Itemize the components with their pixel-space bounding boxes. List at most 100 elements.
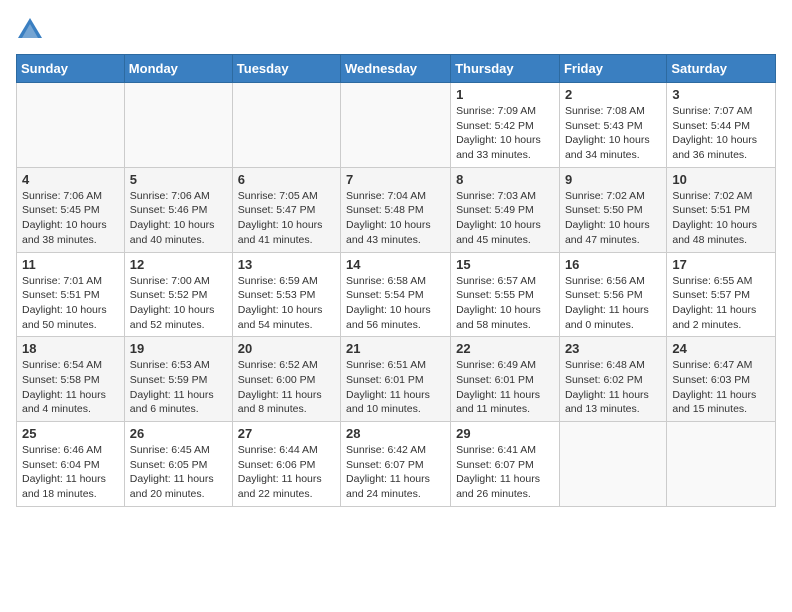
day-info: Sunrise: 7:04 AM Sunset: 5:48 PM Dayligh… bbox=[346, 189, 445, 248]
day-number: 23 bbox=[565, 341, 661, 356]
day-number: 28 bbox=[346, 426, 445, 441]
calendar-cell bbox=[232, 83, 340, 168]
day-number: 20 bbox=[238, 341, 335, 356]
day-info: Sunrise: 6:41 AM Sunset: 6:07 PM Dayligh… bbox=[456, 443, 554, 502]
weekday-header: Thursday bbox=[451, 55, 560, 83]
weekday-header-row: SundayMondayTuesdayWednesdayThursdayFrid… bbox=[17, 55, 776, 83]
day-info: Sunrise: 7:07 AM Sunset: 5:44 PM Dayligh… bbox=[672, 104, 770, 163]
calendar-cell: 19 Sunrise: 6:53 AM Sunset: 5:59 PM Dayli… bbox=[124, 337, 232, 422]
day-info: Sunrise: 6:56 AM Sunset: 5:56 PM Dayligh… bbox=[565, 274, 661, 333]
day-number: 15 bbox=[456, 257, 554, 272]
calendar-cell: 1 Sunrise: 7:09 AM Sunset: 5:42 PM Daylig… bbox=[451, 83, 560, 168]
day-info: Sunrise: 6:51 AM Sunset: 6:01 PM Dayligh… bbox=[346, 358, 445, 417]
day-info: Sunrise: 7:02 AM Sunset: 5:50 PM Dayligh… bbox=[565, 189, 661, 248]
day-number: 24 bbox=[672, 341, 770, 356]
calendar-cell: 21 Sunrise: 6:51 AM Sunset: 6:01 PM Dayli… bbox=[341, 337, 451, 422]
day-info: Sunrise: 6:53 AM Sunset: 5:59 PM Dayligh… bbox=[130, 358, 227, 417]
day-number: 2 bbox=[565, 87, 661, 102]
day-number: 3 bbox=[672, 87, 770, 102]
calendar-cell: 9 Sunrise: 7:02 AM Sunset: 5:50 PM Daylig… bbox=[559, 167, 666, 252]
calendar-cell: 25 Sunrise: 6:46 AM Sunset: 6:04 PM Dayli… bbox=[17, 422, 125, 507]
calendar-cell bbox=[667, 422, 776, 507]
calendar-cell bbox=[341, 83, 451, 168]
weekday-header: Saturday bbox=[667, 55, 776, 83]
weekday-header: Wednesday bbox=[341, 55, 451, 83]
day-number: 8 bbox=[456, 172, 554, 187]
day-info: Sunrise: 7:06 AM Sunset: 5:46 PM Dayligh… bbox=[130, 189, 227, 248]
day-info: Sunrise: 7:08 AM Sunset: 5:43 PM Dayligh… bbox=[565, 104, 661, 163]
calendar-cell: 12 Sunrise: 7:00 AM Sunset: 5:52 PM Dayli… bbox=[124, 252, 232, 337]
calendar-cell: 20 Sunrise: 6:52 AM Sunset: 6:00 PM Dayli… bbox=[232, 337, 340, 422]
calendar-week-row: 1 Sunrise: 7:09 AM Sunset: 5:42 PM Daylig… bbox=[17, 83, 776, 168]
day-info: Sunrise: 7:03 AM Sunset: 5:49 PM Dayligh… bbox=[456, 189, 554, 248]
day-number: 25 bbox=[22, 426, 119, 441]
calendar-week-row: 11Sunrise: 7:01 AM Sunset: 5:51 PM Dayli… bbox=[17, 252, 776, 337]
calendar-cell: 16 Sunrise: 6:56 AM Sunset: 5:56 PM Dayli… bbox=[559, 252, 666, 337]
calendar-cell: 15 Sunrise: 6:57 AM Sunset: 5:55 PM Dayli… bbox=[451, 252, 560, 337]
day-number: 4 bbox=[22, 172, 119, 187]
day-info: Sunrise: 6:46 AM Sunset: 6:04 PM Dayligh… bbox=[22, 443, 119, 502]
day-number: 17 bbox=[672, 257, 770, 272]
calendar-cell: 24 Sunrise: 6:47 AM Sunset: 6:03 PM Dayli… bbox=[667, 337, 776, 422]
calendar-cell: 13 Sunrise: 6:59 AM Sunset: 5:53 PM Dayli… bbox=[232, 252, 340, 337]
day-info: Sunrise: 6:42 AM Sunset: 6:07 PM Dayligh… bbox=[346, 443, 445, 502]
day-info: Sunrise: 6:49 AM Sunset: 6:01 PM Dayligh… bbox=[456, 358, 554, 417]
day-number: 19 bbox=[130, 341, 227, 356]
calendar-cell: 10 Sunrise: 7:02 AM Sunset: 5:51 PM Dayli… bbox=[667, 167, 776, 252]
day-number: 6 bbox=[238, 172, 335, 187]
day-info: Sunrise: 6:47 AM Sunset: 6:03 PM Dayligh… bbox=[672, 358, 770, 417]
weekday-header: Tuesday bbox=[232, 55, 340, 83]
day-info: Sunrise: 6:44 AM Sunset: 6:06 PM Dayligh… bbox=[238, 443, 335, 502]
day-number: 21 bbox=[346, 341, 445, 356]
day-number: 5 bbox=[130, 172, 227, 187]
calendar-cell: 3 Sunrise: 7:07 AM Sunset: 5:44 PM Daylig… bbox=[667, 83, 776, 168]
calendar-table: SundayMondayTuesdayWednesdayThursdayFrid… bbox=[16, 54, 776, 507]
day-info: Sunrise: 7:01 AM Sunset: 5:51 PM Dayligh… bbox=[22, 274, 119, 333]
day-number: 26 bbox=[130, 426, 227, 441]
day-info: Sunrise: 7:02 AM Sunset: 5:51 PM Dayligh… bbox=[672, 189, 770, 248]
day-number: 18 bbox=[22, 341, 119, 356]
calendar-cell: 23 Sunrise: 6:48 AM Sunset: 6:02 PM Dayli… bbox=[559, 337, 666, 422]
calendar-cell: 2 Sunrise: 7:08 AM Sunset: 5:43 PM Daylig… bbox=[559, 83, 666, 168]
calendar-cell bbox=[559, 422, 666, 507]
calendar-cell: 5 Sunrise: 7:06 AM Sunset: 5:46 PM Daylig… bbox=[124, 167, 232, 252]
calendar-week-row: 25 Sunrise: 6:46 AM Sunset: 6:04 PM Dayli… bbox=[17, 422, 776, 507]
day-number: 12 bbox=[130, 257, 227, 272]
calendar-week-row: 4 Sunrise: 7:06 AM Sunset: 5:45 PM Daylig… bbox=[17, 167, 776, 252]
day-number: 14 bbox=[346, 257, 445, 272]
calendar-cell: 18 Sunrise: 6:54 AM Sunset: 5:58 PM Dayli… bbox=[17, 337, 125, 422]
day-number: 22 bbox=[456, 341, 554, 356]
calendar-cell bbox=[17, 83, 125, 168]
weekday-header: Sunday bbox=[17, 55, 125, 83]
day-number: 9 bbox=[565, 172, 661, 187]
day-number: 29 bbox=[456, 426, 554, 441]
calendar-cell: 29 Sunrise: 6:41 AM Sunset: 6:07 PM Dayli… bbox=[451, 422, 560, 507]
day-number: 1 bbox=[456, 87, 554, 102]
day-info: Sunrise: 7:09 AM Sunset: 5:42 PM Dayligh… bbox=[456, 104, 554, 163]
day-info: Sunrise: 6:48 AM Sunset: 6:02 PM Dayligh… bbox=[565, 358, 661, 417]
day-number: 27 bbox=[238, 426, 335, 441]
day-info: Sunrise: 6:58 AM Sunset: 5:54 PM Dayligh… bbox=[346, 274, 445, 333]
logo bbox=[16, 16, 48, 44]
calendar-cell: 4 Sunrise: 7:06 AM Sunset: 5:45 PM Daylig… bbox=[17, 167, 125, 252]
calendar-cell: 8 Sunrise: 7:03 AM Sunset: 5:49 PM Daylig… bbox=[451, 167, 560, 252]
calendar-cell bbox=[124, 83, 232, 168]
day-info: Sunrise: 6:59 AM Sunset: 5:53 PM Dayligh… bbox=[238, 274, 335, 333]
day-number: 16 bbox=[565, 257, 661, 272]
day-number: 10 bbox=[672, 172, 770, 187]
weekday-header: Friday bbox=[559, 55, 666, 83]
calendar-cell: 27 Sunrise: 6:44 AM Sunset: 6:06 PM Dayli… bbox=[232, 422, 340, 507]
calendar-cell: 7 Sunrise: 7:04 AM Sunset: 5:48 PM Daylig… bbox=[341, 167, 451, 252]
page-header bbox=[16, 16, 776, 44]
day-number: 7 bbox=[346, 172, 445, 187]
day-info: Sunrise: 7:00 AM Sunset: 5:52 PM Dayligh… bbox=[130, 274, 227, 333]
day-info: Sunrise: 6:52 AM Sunset: 6:00 PM Dayligh… bbox=[238, 358, 335, 417]
day-info: Sunrise: 6:54 AM Sunset: 5:58 PM Dayligh… bbox=[22, 358, 119, 417]
day-number: 13 bbox=[238, 257, 335, 272]
calendar-cell: 26Sunrise: 6:45 AM Sunset: 6:05 PM Dayli… bbox=[124, 422, 232, 507]
calendar-cell: 28 Sunrise: 6:42 AM Sunset: 6:07 PM Dayli… bbox=[341, 422, 451, 507]
day-info: Sunrise: 6:57 AM Sunset: 5:55 PM Dayligh… bbox=[456, 274, 554, 333]
calendar-cell: 14 Sunrise: 6:58 AM Sunset: 5:54 PM Dayli… bbox=[341, 252, 451, 337]
day-info: Sunrise: 6:55 AM Sunset: 5:57 PM Dayligh… bbox=[672, 274, 770, 333]
day-info: Sunrise: 7:06 AM Sunset: 5:45 PM Dayligh… bbox=[22, 189, 119, 248]
